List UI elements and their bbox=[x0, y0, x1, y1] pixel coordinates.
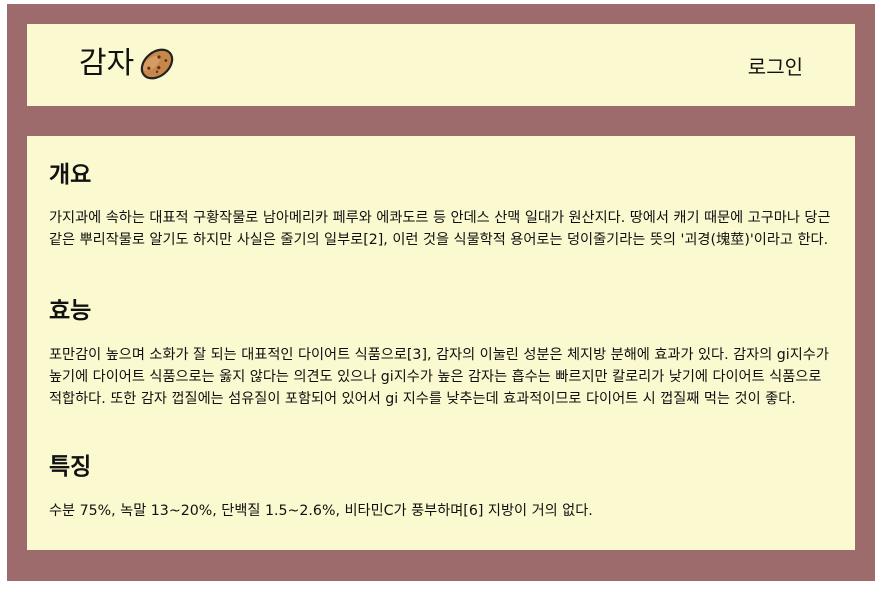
section-body-effects: 포만감이 높으며 소화가 잘 되는 대표적인 다이어트 식품으로[3], 감자의… bbox=[49, 347, 829, 407]
main-content: 개요 가지과에 속하는 대표적 구황작물로 남아메리카 페루와 에콰도르 등 안… bbox=[27, 136, 855, 550]
page-frame: 감자 로그인 개요 가지과에 속하는 대표적 구황작물로 남아메리카 페루와 에… bbox=[7, 4, 875, 581]
site-title: 감자 bbox=[79, 46, 135, 81]
login-link[interactable]: 로그인 bbox=[748, 54, 803, 80]
brand[interactable]: 감자 bbox=[79, 44, 176, 84]
section-body-features: 수분 75%, 녹말 13~20%, 단백질 1.5~2.6%, 비타민C가 풍… bbox=[49, 503, 593, 519]
section-title-overview: 개요 bbox=[49, 162, 92, 188]
section-title-features: 특징 bbox=[49, 454, 92, 480]
section-title-effects: 효능 bbox=[49, 298, 92, 324]
site-header: 감자 로그인 bbox=[27, 24, 855, 106]
section-body-overview: 가지과에 속하는 대표적 구황작물로 남아메리카 페루와 에콰도르 등 안데스 … bbox=[49, 210, 831, 248]
potato-icon bbox=[138, 45, 176, 83]
